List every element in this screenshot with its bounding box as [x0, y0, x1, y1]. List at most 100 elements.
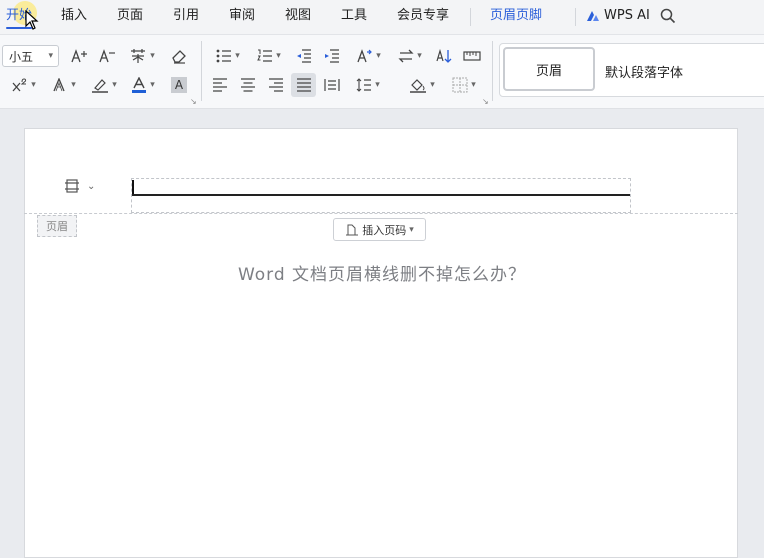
- chevron-down-icon: ▾: [150, 80, 155, 90]
- tab-member[interactable]: 会员专享: [397, 8, 449, 24]
- shrink-font-icon: [99, 49, 115, 63]
- chevron-down-icon: ▾: [276, 51, 281, 61]
- paragraph-dialog-launcher-icon[interactable]: ↘: [482, 97, 489, 106]
- tab-divider: [575, 8, 576, 26]
- toolbar-divider: [201, 41, 202, 101]
- justify-icon: [296, 78, 311, 92]
- bullet-list-icon: [216, 49, 232, 63]
- wps-ai-icon: [587, 11, 599, 21]
- tab-page[interactable]: 页面: [117, 8, 143, 24]
- tab-view[interactable]: 视图: [285, 8, 311, 24]
- font-color-icon: [132, 77, 147, 93]
- shading-button[interactable]: ▾: [406, 74, 438, 96]
- align-right-button[interactable]: [266, 74, 286, 96]
- text-direction-icon: [357, 49, 373, 63]
- distributed-align-icon: [324, 79, 340, 91]
- line-spacing-button[interactable]: ▾: [352, 74, 384, 96]
- font-size-select[interactable]: 小五 ▾: [2, 45, 59, 67]
- chevron-down-icon: ▾: [430, 80, 435, 90]
- tab-tools[interactable]: 工具: [341, 8, 367, 24]
- header-rule-line: [132, 194, 630, 196]
- grow-font-icon: [71, 49, 87, 63]
- align-left-icon: [213, 78, 227, 92]
- chevron-down-icon: ▾: [376, 51, 381, 61]
- header-layout-icon: [65, 179, 79, 193]
- clear-format-button[interactable]: [168, 45, 190, 67]
- font-color-button[interactable]: ▾: [127, 74, 159, 96]
- show-marks-button[interactable]: [461, 45, 483, 67]
- ruler-icon: [463, 51, 481, 61]
- align-center-button[interactable]: [238, 74, 258, 96]
- text-effect-icon: [53, 78, 65, 92]
- sort-button[interactable]: [435, 45, 455, 67]
- tab-references[interactable]: 引用: [173, 8, 199, 24]
- phonetic-guide-button[interactable]: ▾: [126, 45, 158, 67]
- grow-font-button[interactable]: [70, 45, 90, 67]
- line-direction-button[interactable]: ▾: [394, 45, 426, 67]
- page-number-icon: [346, 224, 359, 235]
- decrease-indent-icon: [297, 49, 311, 63]
- shrink-font-button[interactable]: [98, 45, 118, 67]
- tab-insert[interactable]: 插入: [61, 8, 87, 24]
- ribbon-tab-bar: 开始 插入 页面 引用 审阅 视图 工具 会员专享 页眉页脚 WPS AI: [0, 0, 764, 35]
- justify-button[interactable]: [291, 73, 316, 97]
- chevron-down-icon: ▾: [71, 80, 76, 90]
- swap-arrows-icon: [398, 49, 414, 63]
- numbered-list-icon: [257, 49, 273, 62]
- header-options-button[interactable]: ⌄: [64, 176, 104, 196]
- chevron-down-icon: ▾: [417, 51, 422, 61]
- increase-indent-button[interactable]: [322, 45, 342, 67]
- font-dialog-launcher-icon[interactable]: ↘: [190, 97, 197, 106]
- superscript-button[interactable]: ▾: [8, 74, 40, 96]
- chevron-down-icon: ▾: [112, 80, 117, 90]
- text-cursor: [132, 180, 134, 194]
- chevron-down-icon: ⌄: [87, 180, 96, 192]
- toolbar-divider: [492, 41, 493, 101]
- numbered-list-button[interactable]: ▾: [253, 45, 285, 67]
- align-right-icon: [269, 78, 283, 92]
- decrease-indent-button[interactable]: [294, 45, 314, 67]
- align-center-icon: [241, 78, 255, 92]
- distributed-align-button[interactable]: [322, 74, 342, 96]
- chevron-down-icon: ▾: [48, 51, 53, 61]
- borders-icon: [452, 77, 468, 93]
- insert-page-number-label: 插入页码: [362, 223, 407, 237]
- highlighter-icon: [92, 79, 109, 93]
- sort-icon: [436, 48, 452, 63]
- tutorial-title: Word 文档页眉横线删不掉怎么办？: [237, 265, 527, 285]
- wps-ai-button[interactable]: WPS AI: [586, 8, 650, 24]
- increase-indent-icon: [325, 49, 339, 63]
- superscript-icon: [12, 78, 27, 92]
- char-shading-icon: A: [171, 77, 187, 93]
- chevron-down-icon: ▾: [150, 51, 155, 61]
- highlight-button[interactable]: ▾: [88, 74, 120, 96]
- paint-bucket-icon: [410, 79, 427, 93]
- align-left-button[interactable]: [210, 74, 230, 96]
- insert-page-number-button[interactable]: 插入页码 ▾: [333, 218, 426, 241]
- style-header-card[interactable]: 页眉: [503, 47, 595, 91]
- text-direction-button[interactable]: ▾: [352, 45, 384, 67]
- eraser-icon: [172, 50, 186, 64]
- font-size-value: 小五: [9, 49, 34, 64]
- tab-review[interactable]: 审阅: [229, 8, 255, 24]
- phonetic-guide-icon: [131, 49, 146, 63]
- header-label-tag: 页眉: [37, 215, 77, 237]
- tab-divider: [470, 8, 471, 26]
- chevron-down-icon: ▾: [235, 51, 240, 61]
- header-boundary: [24, 213, 738, 214]
- home-toolbar: 小五 ▾ ▾ ▾ ▾ ▾ ▾ ▾ ▾ ▾ ▾ A ▾ ▾ ▾ ↘ ↘ 页眉 默认…: [0, 35, 764, 109]
- mouse-cursor-icon: [25, 10, 39, 30]
- bullet-list-button[interactable]: ▾: [212, 45, 244, 67]
- header-text-area[interactable]: [131, 178, 631, 213]
- char-shading-button[interactable]: A: [168, 74, 190, 96]
- search-icon[interactable]: [660, 8, 676, 28]
- chevron-down-icon: ▾: [409, 224, 414, 235]
- style-default-paragraph-font[interactable]: 默认段落字体: [605, 62, 683, 81]
- chevron-down-icon: ▾: [471, 80, 476, 90]
- wps-ai-label: WPS AI: [604, 8, 650, 23]
- chevron-down-icon: ▾: [375, 80, 380, 90]
- chevron-down-icon: ▾: [31, 80, 36, 90]
- text-effect-button[interactable]: ▾: [48, 74, 80, 96]
- borders-button[interactable]: ▾: [448, 74, 480, 96]
- tab-header-footer[interactable]: 页眉页脚: [490, 8, 542, 24]
